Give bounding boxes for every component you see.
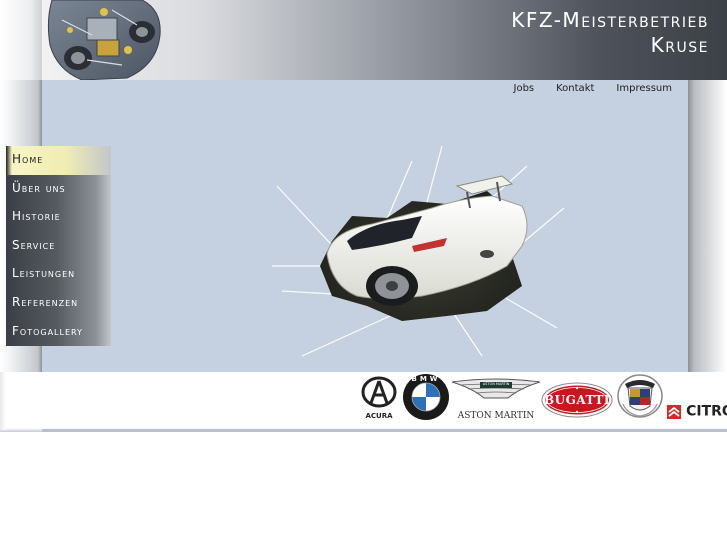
menu-item-fotogallery[interactable]: Fotogallery	[6, 318, 111, 347]
citroen-wordmark: CITRO	[686, 403, 727, 420]
header: KFZ-Meisterbetrieb Kruse	[0, 0, 727, 80]
link-impressum[interactable]: Impressum	[616, 83, 672, 94]
page: KFZ-Meisterbetrieb Kruse Jobs Kontakt Im…	[0, 0, 727, 545]
link-kontakt[interactable]: Kontakt	[556, 83, 594, 94]
menu-item-service[interactable]: Service	[6, 232, 111, 261]
acura-logo: ACURA	[360, 376, 398, 420]
acura-wordmark: ACURA	[365, 412, 393, 420]
car-cutaway-illustration	[47, 0, 161, 80]
bmw-wordmark: BMW	[411, 375, 441, 383]
brand-title: KFZ-Meisterbetrieb	[511, 8, 709, 32]
menu-item-ueber-uns[interactable]: Über uns	[6, 175, 111, 204]
menu-item-leistungen[interactable]: Leistungen	[6, 260, 111, 289]
aston-martin-wordmark: ASTON MARTIN	[457, 411, 535, 421]
cadillac-logo	[617, 374, 663, 418]
menu-item-historie[interactable]: Historie	[6, 203, 111, 232]
top-links: Jobs Kontakt Impressum	[514, 83, 673, 94]
header-left-shade	[0, 0, 42, 80]
aston-martin-logo: ASTON MARTIN ASTON MARTIN	[450, 378, 542, 422]
cadillac-crest-icon	[617, 374, 663, 418]
right-frame	[688, 80, 727, 375]
brand-subtitle: Kruse	[650, 33, 709, 57]
link-jobs[interactable]: Jobs	[514, 83, 535, 94]
bugatti-logo: BUGATTI	[541, 382, 613, 418]
hero-car-image	[272, 146, 565, 357]
bugatti-wordmark: BUGATTI	[543, 393, 611, 407]
strip-left-edge	[0, 372, 6, 430]
acura-emblem-icon	[361, 376, 397, 408]
menu-item-referenzen[interactable]: Referenzen	[6, 289, 111, 318]
page-footer-blank	[0, 432, 727, 545]
citroen-chevrons-icon	[667, 404, 681, 419]
sidebar-menu: Home Über uns Historie Service Leistunge…	[6, 146, 111, 346]
menu-item-home[interactable]: Home	[6, 146, 111, 175]
citroen-logo: CITRO	[667, 401, 727, 421]
aston-martin-badge-text: ASTON MARTIN	[482, 382, 510, 386]
bmw-logo: BMW	[402, 373, 450, 421]
